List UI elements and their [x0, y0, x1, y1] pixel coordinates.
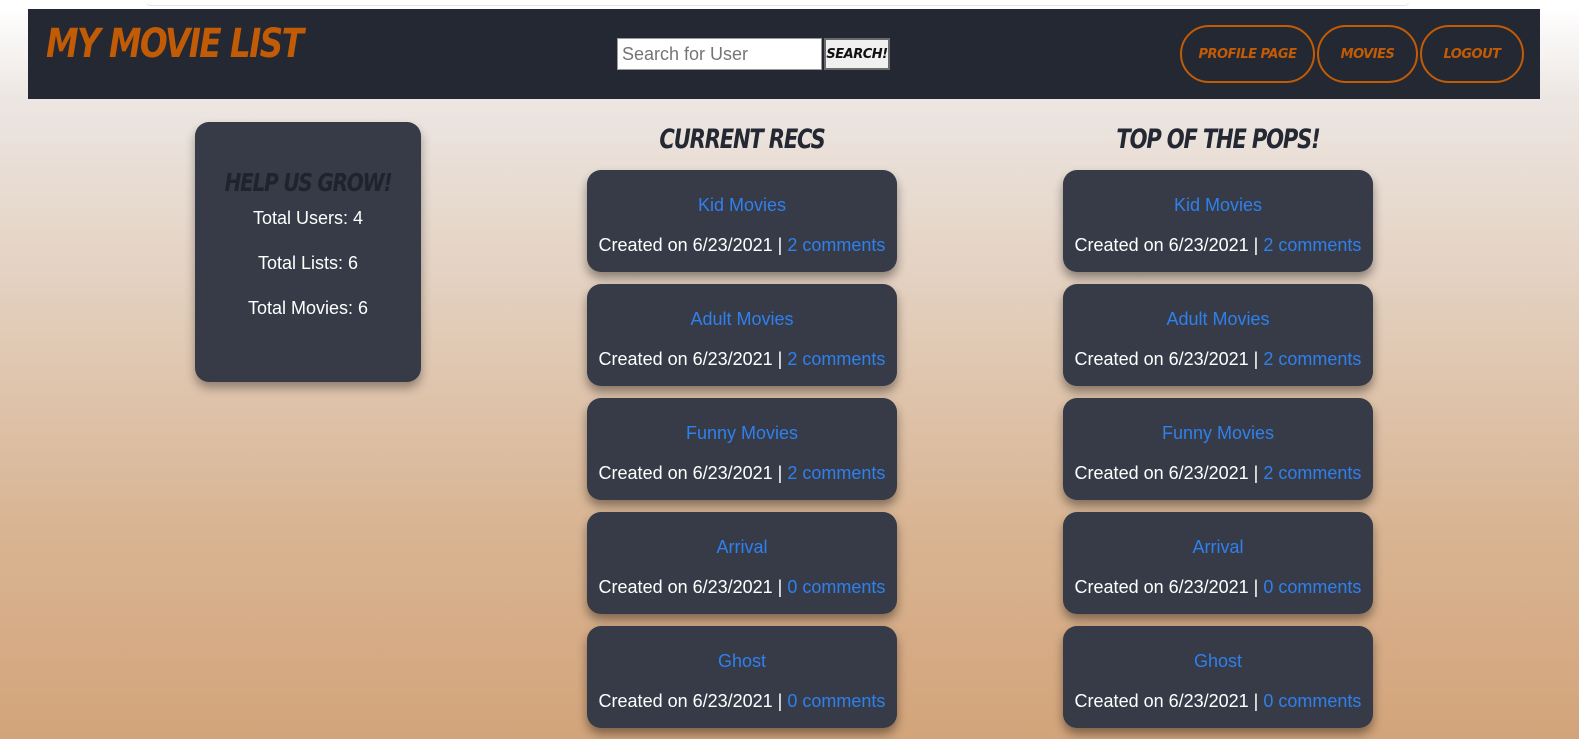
created-date: Created on 6/23/2021 |: [598, 691, 783, 711]
movies-button[interactable]: Movies: [1317, 25, 1418, 83]
user-search-form: Search!: [617, 38, 890, 70]
comments-link[interactable]: 2 comments: [787, 463, 885, 483]
list-card: Arrival Created on 6/23/2021 | 0 comment…: [1063, 512, 1373, 614]
navbar: My Movie List Search! Profile Page Movie…: [28, 9, 1540, 99]
user-search-input[interactable]: [617, 38, 822, 70]
comments-link[interactable]: 2 comments: [787, 235, 885, 255]
list-name-link[interactable]: Ghost: [587, 648, 897, 674]
comments-link[interactable]: 0 comments: [787, 577, 885, 597]
list-name-link[interactable]: Arrival: [1063, 534, 1373, 560]
list-name-link[interactable]: Funny Movies: [587, 420, 897, 446]
comments-link[interactable]: 2 comments: [1263, 463, 1361, 483]
list-meta: Created on 6/23/2021 | 2 comments: [587, 460, 897, 486]
total-users: Total Users: 4: [252, 208, 364, 228]
top-of-the-pops-title: Top of the Pops!: [1116, 124, 1320, 155]
list-name-link[interactable]: Kid Movies: [587, 192, 897, 218]
created-date: Created on 6/23/2021 |: [598, 577, 783, 597]
list-name-link[interactable]: Adult Movies: [1063, 306, 1373, 332]
list-name-link[interactable]: Kid Movies: [1063, 192, 1373, 218]
comments-link[interactable]: 0 comments: [1263, 577, 1361, 597]
list-meta: Created on 6/23/2021 | 2 comments: [1063, 346, 1373, 372]
list-card: Funny Movies Created on 6/23/2021 | 2 co…: [1063, 398, 1373, 500]
list-meta: Created on 6/23/2021 | 2 comments: [1063, 460, 1373, 486]
list-meta: Created on 6/23/2021 | 2 comments: [587, 232, 897, 258]
list-meta: Created on 6/23/2021 | 0 comments: [1063, 574, 1373, 600]
list-card: Arrival Created on 6/23/2021 | 0 comment…: [587, 512, 897, 614]
created-date: Created on 6/23/2021 |: [598, 235, 783, 255]
current-recs-column: Current Recs Kid Movies Created on 6/23/…: [587, 120, 897, 728]
browser-top-strip: [145, 0, 1410, 6]
comments-link[interactable]: 2 comments: [1263, 349, 1361, 369]
total-movies: Total Movies: 6: [247, 298, 369, 318]
list-card: Kid Movies Created on 6/23/2021 | 2 comm…: [1063, 170, 1373, 272]
search-button[interactable]: Search!: [824, 38, 890, 70]
created-date: Created on 6/23/2021 |: [1074, 577, 1259, 597]
created-date: Created on 6/23/2021 |: [598, 463, 783, 483]
stats-title: Help Us Grow!: [224, 168, 393, 197]
list-meta: Created on 6/23/2021 | 2 comments: [587, 346, 897, 372]
profile-page-button[interactable]: Profile Page: [1180, 25, 1315, 83]
total-lists: Total Lists: 6: [257, 253, 359, 273]
list-meta: Created on 6/23/2021 | 0 comments: [587, 688, 897, 714]
comments-link[interactable]: 0 comments: [787, 691, 885, 711]
top-of-the-pops-column: Top of the Pops! Kid Movies Created on 6…: [1063, 120, 1373, 728]
list-meta: Created on 6/23/2021 | 2 comments: [1063, 232, 1373, 258]
nav-buttons: Profile Page Movies Logout: [1180, 25, 1526, 83]
list-name-link[interactable]: Arrival: [587, 534, 897, 560]
created-date: Created on 6/23/2021 |: [1074, 463, 1259, 483]
list-card: Funny Movies Created on 6/23/2021 | 2 co…: [587, 398, 897, 500]
list-meta: Created on 6/23/2021 | 0 comments: [1063, 688, 1373, 714]
comments-link[interactable]: 2 comments: [1263, 235, 1361, 255]
created-date: Created on 6/23/2021 |: [1074, 235, 1259, 255]
site-logo[interactable]: My Movie List: [46, 21, 304, 67]
site-stats-card: Help Us Grow! Total Users: 4 Total Lists…: [195, 122, 421, 382]
created-date: Created on 6/23/2021 |: [1074, 691, 1259, 711]
created-date: Created on 6/23/2021 |: [1074, 349, 1259, 369]
created-date: Created on 6/23/2021 |: [598, 349, 783, 369]
list-card: Ghost Created on 6/23/2021 | 0 comments: [587, 626, 897, 728]
list-name-link[interactable]: Funny Movies: [1063, 420, 1373, 446]
list-card: Adult Movies Created on 6/23/2021 | 2 co…: [587, 284, 897, 386]
list-card: Kid Movies Created on 6/23/2021 | 2 comm…: [587, 170, 897, 272]
list-meta: Created on 6/23/2021 | 0 comments: [587, 574, 897, 600]
list-name-link[interactable]: Adult Movies: [587, 306, 897, 332]
list-name-link[interactable]: Ghost: [1063, 648, 1373, 674]
current-recs-title: Current Recs: [659, 124, 825, 155]
comments-link[interactable]: 2 comments: [787, 349, 885, 369]
logout-button[interactable]: Logout: [1420, 25, 1524, 83]
list-card: Ghost Created on 6/23/2021 | 0 comments: [1063, 626, 1373, 728]
comments-link[interactable]: 0 comments: [1263, 691, 1361, 711]
list-card: Adult Movies Created on 6/23/2021 | 2 co…: [1063, 284, 1373, 386]
